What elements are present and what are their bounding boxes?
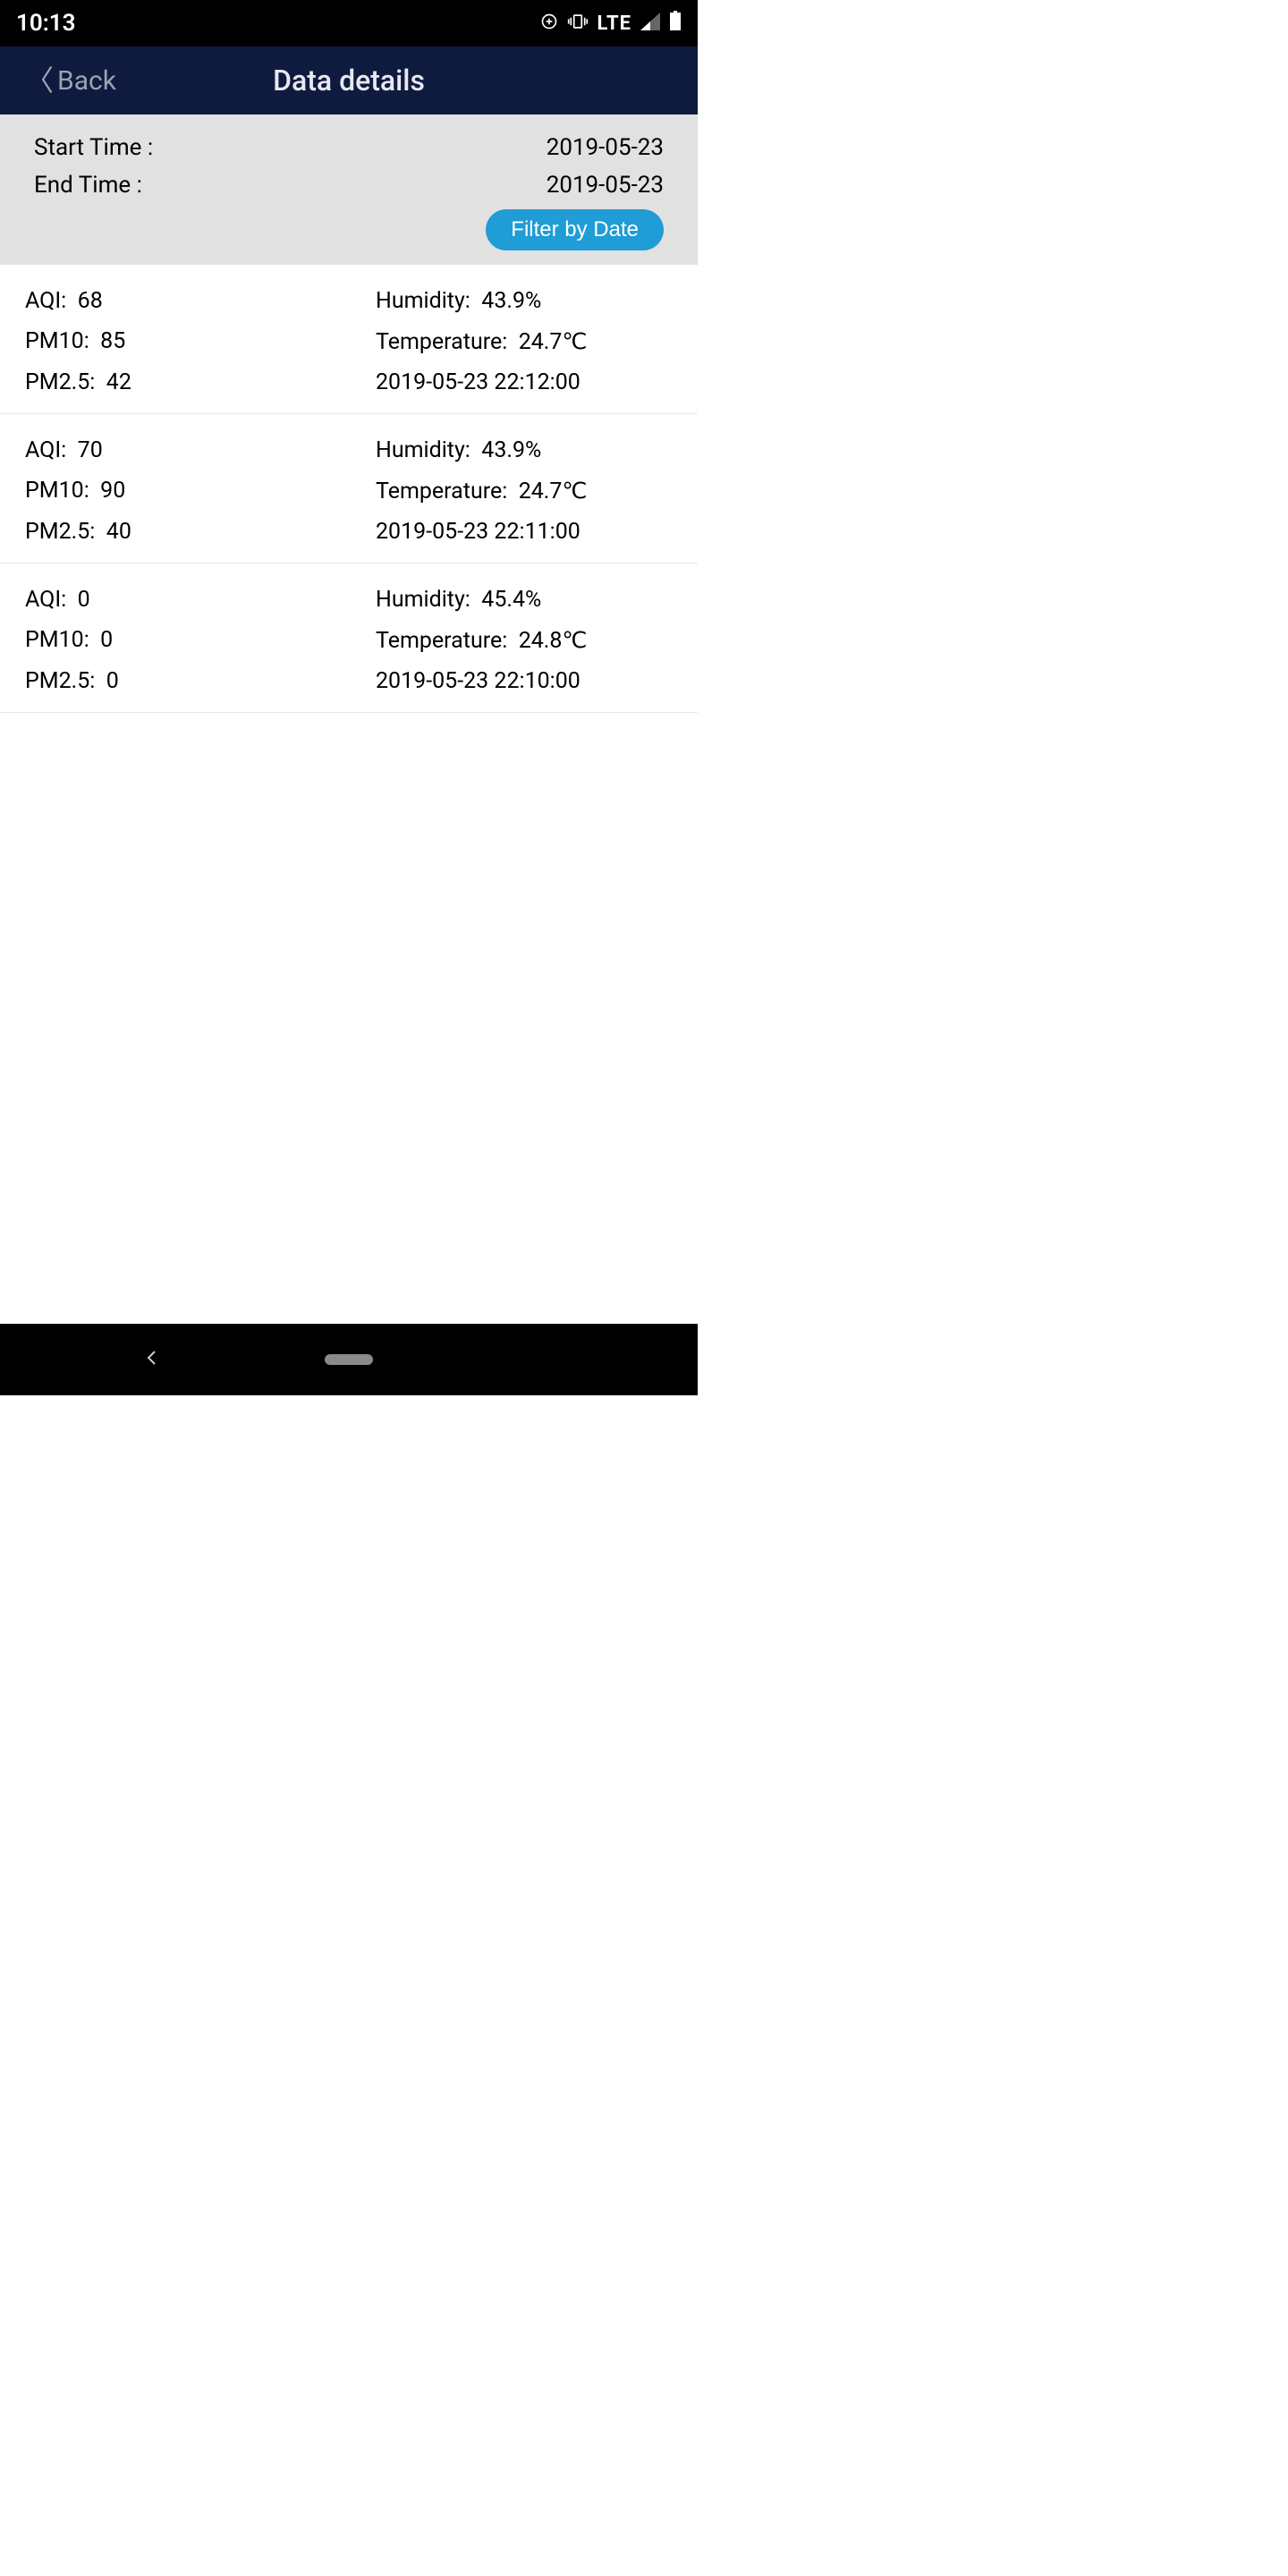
back-button[interactable]: 〈 Back <box>25 65 116 97</box>
end-time-label: End Time : <box>34 172 142 199</box>
pm10-cell: PM10: 0 <box>25 620 340 661</box>
humidity-cell: Humidity: 43.9% <box>358 430 673 470</box>
app-header: 〈 Back Data details <box>0 47 698 114</box>
pm25-cell: PM2.5: 42 <box>25 362 340 402</box>
network-type: LTE <box>597 13 631 35</box>
data-record[interactable]: AQI: 0 Humidity: 45.4% PM10: 0 Temperatu… <box>0 564 698 713</box>
humidity-cell: Humidity: 43.9% <box>358 281 673 321</box>
timestamp-cell: 2019-05-23 22:10:00 <box>358 661 673 701</box>
pm10-cell: PM10: 90 <box>25 470 340 512</box>
data-saver-icon <box>540 10 558 37</box>
chevron-left-icon: 〈 <box>25 66 54 95</box>
filter-panel: Start Time : 2019-05-23 End Time : 2019-… <box>0 114 698 265</box>
aqi-cell: AQI: 0 <box>25 580 340 620</box>
end-time-row[interactable]: End Time : 2019-05-23 <box>34 166 664 204</box>
timestamp-cell: 2019-05-23 22:12:00 <box>358 362 673 402</box>
temperature-cell: Temperature: 24.7℃ <box>358 321 673 362</box>
status-time: 10:13 <box>16 10 76 37</box>
pm25-cell: PM2.5: 40 <box>25 512 340 552</box>
data-record[interactable]: AQI: 68 Humidity: 43.9% PM10: 85 Tempera… <box>0 265 698 414</box>
filter-by-date-button[interactable]: Filter by Date <box>486 209 664 250</box>
pm10-cell: PM10: 85 <box>25 321 340 362</box>
android-nav-bar <box>0 1324 698 1395</box>
start-time-label: Start Time : <box>34 134 153 161</box>
aqi-cell: AQI: 68 <box>25 281 340 321</box>
humidity-cell: Humidity: 45.4% <box>358 580 673 620</box>
end-time-value: 2019-05-23 <box>547 172 664 199</box>
back-label: Back <box>57 65 116 97</box>
vibrate-icon <box>567 10 589 37</box>
signal-icon <box>640 10 660 37</box>
nav-back-icon[interactable] <box>143 1349 161 1370</box>
temperature-cell: Temperature: 24.7℃ <box>358 470 673 512</box>
data-record[interactable]: AQI: 70 Humidity: 43.9% PM10: 90 Tempera… <box>0 414 698 564</box>
page-title: Data details <box>273 64 425 97</box>
temperature-cell: Temperature: 24.8℃ <box>358 620 673 661</box>
pm25-cell: PM2.5: 0 <box>25 661 340 701</box>
aqi-cell: AQI: 70 <box>25 430 340 470</box>
start-time-value: 2019-05-23 <box>547 134 664 161</box>
start-time-row[interactable]: Start Time : 2019-05-23 <box>34 129 664 166</box>
nav-home-pill[interactable] <box>325 1354 373 1365</box>
timestamp-cell: 2019-05-23 22:11:00 <box>358 512 673 552</box>
data-list: AQI: 68 Humidity: 43.9% PM10: 85 Tempera… <box>0 265 698 1324</box>
android-status-bar: 10:13 LTE <box>0 0 698 47</box>
battery-icon <box>669 10 682 37</box>
